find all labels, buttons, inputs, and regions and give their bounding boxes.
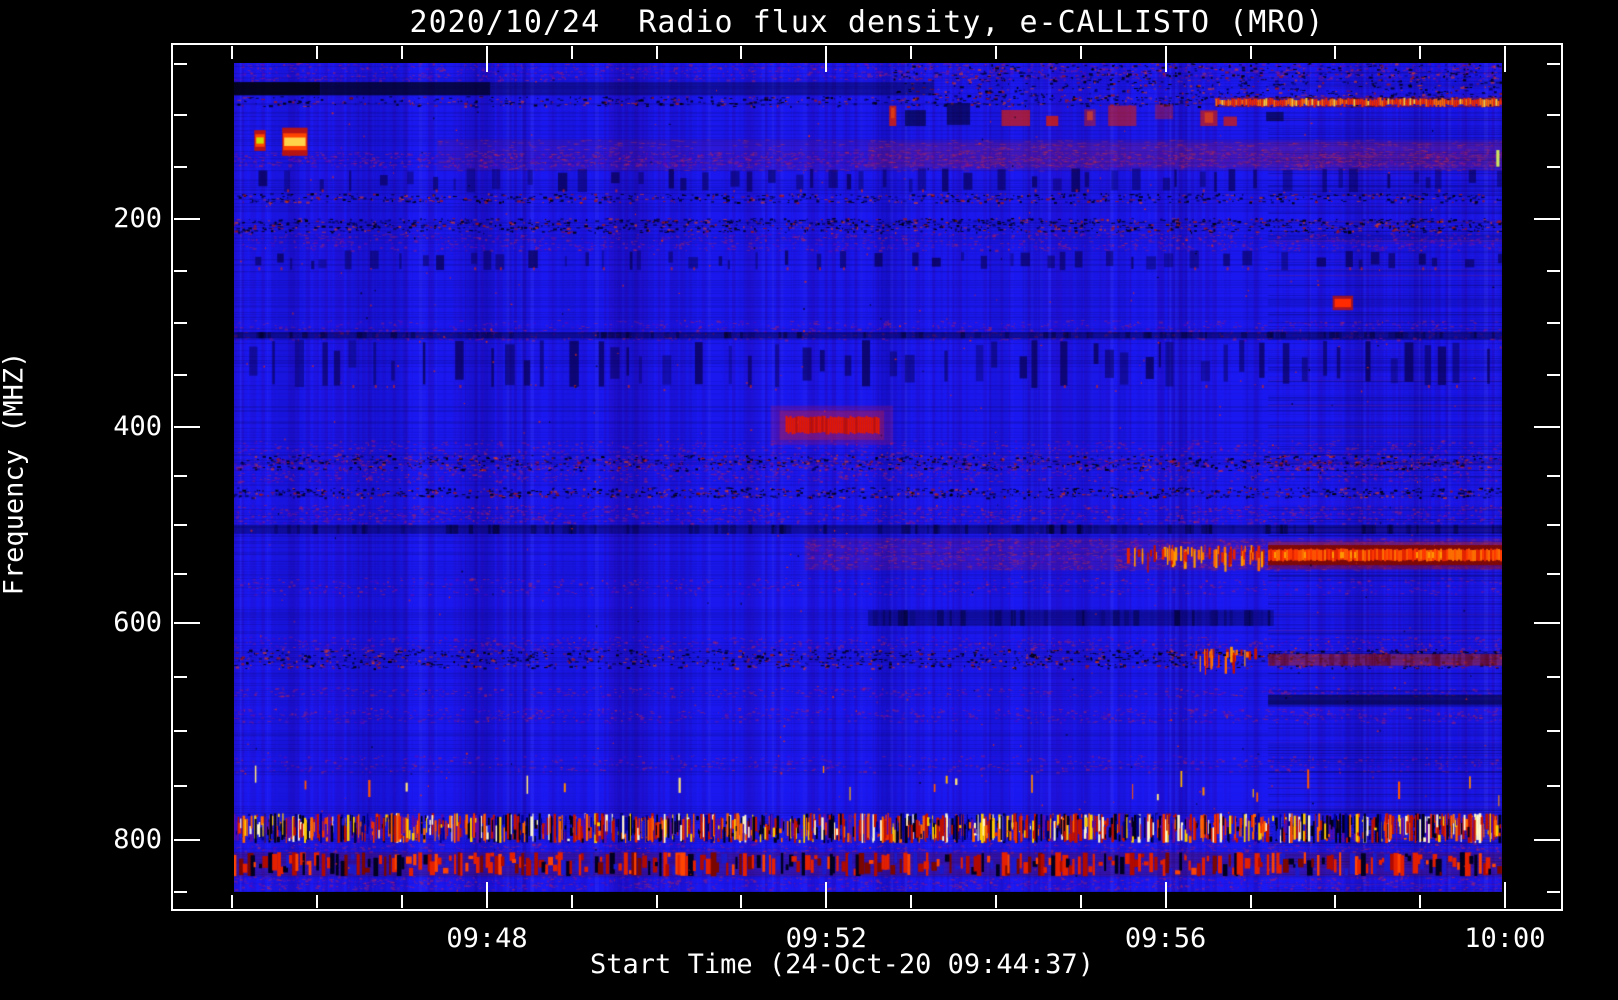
y-tick-label: 600: [113, 607, 162, 638]
callisto-spectrogram-page: 2020/10/24 Radio flux density, e-CALLIST…: [0, 0, 1618, 1000]
x-tick-label: 09:52: [785, 923, 867, 954]
x-tick-label: 09:48: [446, 923, 528, 954]
y-tick-label: 200: [113, 203, 162, 235]
x-tick-label: 09:56: [1124, 923, 1207, 954]
y-tick-label: 400: [113, 411, 162, 443]
axis-labels-layer: 09:48 09:52 09:56 10:00 200 400 600 800: [0, 0, 1618, 1000]
y-tick-label: 800: [113, 824, 162, 856]
x-tick-label: 10:00: [1464, 923, 1546, 954]
